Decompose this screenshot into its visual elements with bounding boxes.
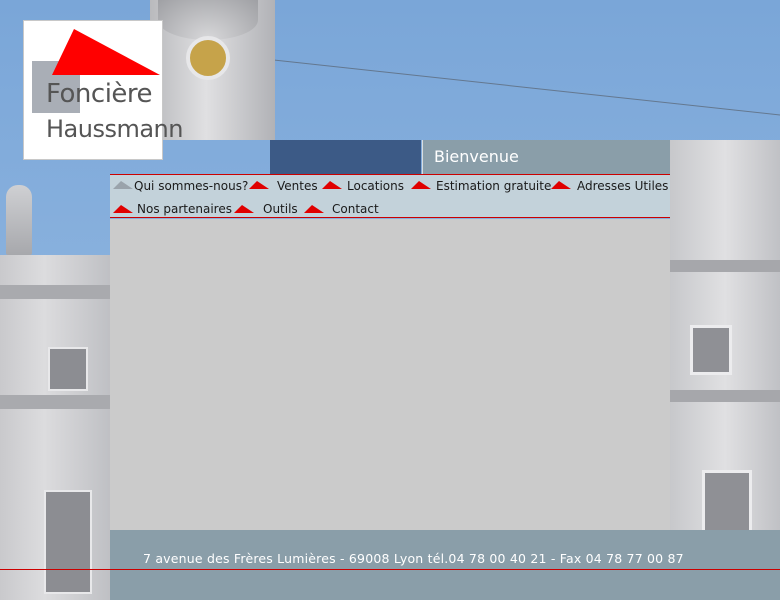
facade-left <box>0 255 110 600</box>
facade-band <box>670 390 780 402</box>
facade-band <box>0 395 110 409</box>
page-title: Bienvenue <box>434 147 519 166</box>
menu-item-adresses-utiles[interactable]: Adresses Utiles <box>577 179 668 193</box>
clock-face <box>186 36 230 80</box>
menu-arrow-icon <box>411 181 431 189</box>
menu-arrow-icon <box>249 181 269 189</box>
logo-text-line2: Haussmann <box>46 115 183 143</box>
menu-item-outils[interactable]: Outils <box>263 202 298 216</box>
content-area <box>110 219 670 530</box>
menu-arrow-icon <box>113 181 133 189</box>
facade-band <box>670 260 780 272</box>
facade-window <box>48 347 88 391</box>
menu-item-nos-partenaires[interactable]: Nos partenaires <box>137 202 232 216</box>
header-blue-block <box>270 140 421 174</box>
logo-text-line1: Foncière <box>46 79 153 109</box>
menu-arrow-icon <box>113 205 133 213</box>
menu-item-estimation-gratuite[interactable]: Estimation gratuite <box>436 179 551 193</box>
menu-item-locations[interactable]: Locations <box>347 179 404 193</box>
facade-window <box>702 470 752 536</box>
menu-arrow-icon <box>551 181 571 189</box>
menu-item-ventes[interactable]: Ventes <box>277 179 318 193</box>
menu-item-contact[interactable]: Contact <box>332 202 379 216</box>
company-logo[interactable]: Foncière Haussmann <box>23 20 183 160</box>
facade-window <box>690 325 732 375</box>
menu-arrow-icon <box>304 205 324 213</box>
tower-dome <box>158 0 258 40</box>
footer-divider <box>0 569 780 570</box>
statue <box>6 185 32 255</box>
facade-band <box>0 285 110 299</box>
facade-window <box>44 490 92 594</box>
menu-arrow-icon <box>322 181 342 189</box>
menu-arrow-icon <box>234 205 254 213</box>
menu-item-qui-sommes-nous[interactable]: Qui sommes-nous? <box>134 179 248 193</box>
footer-address: 7 avenue des Frères Lumières - 69008 Lyo… <box>143 551 684 566</box>
facade-right <box>670 140 780 536</box>
